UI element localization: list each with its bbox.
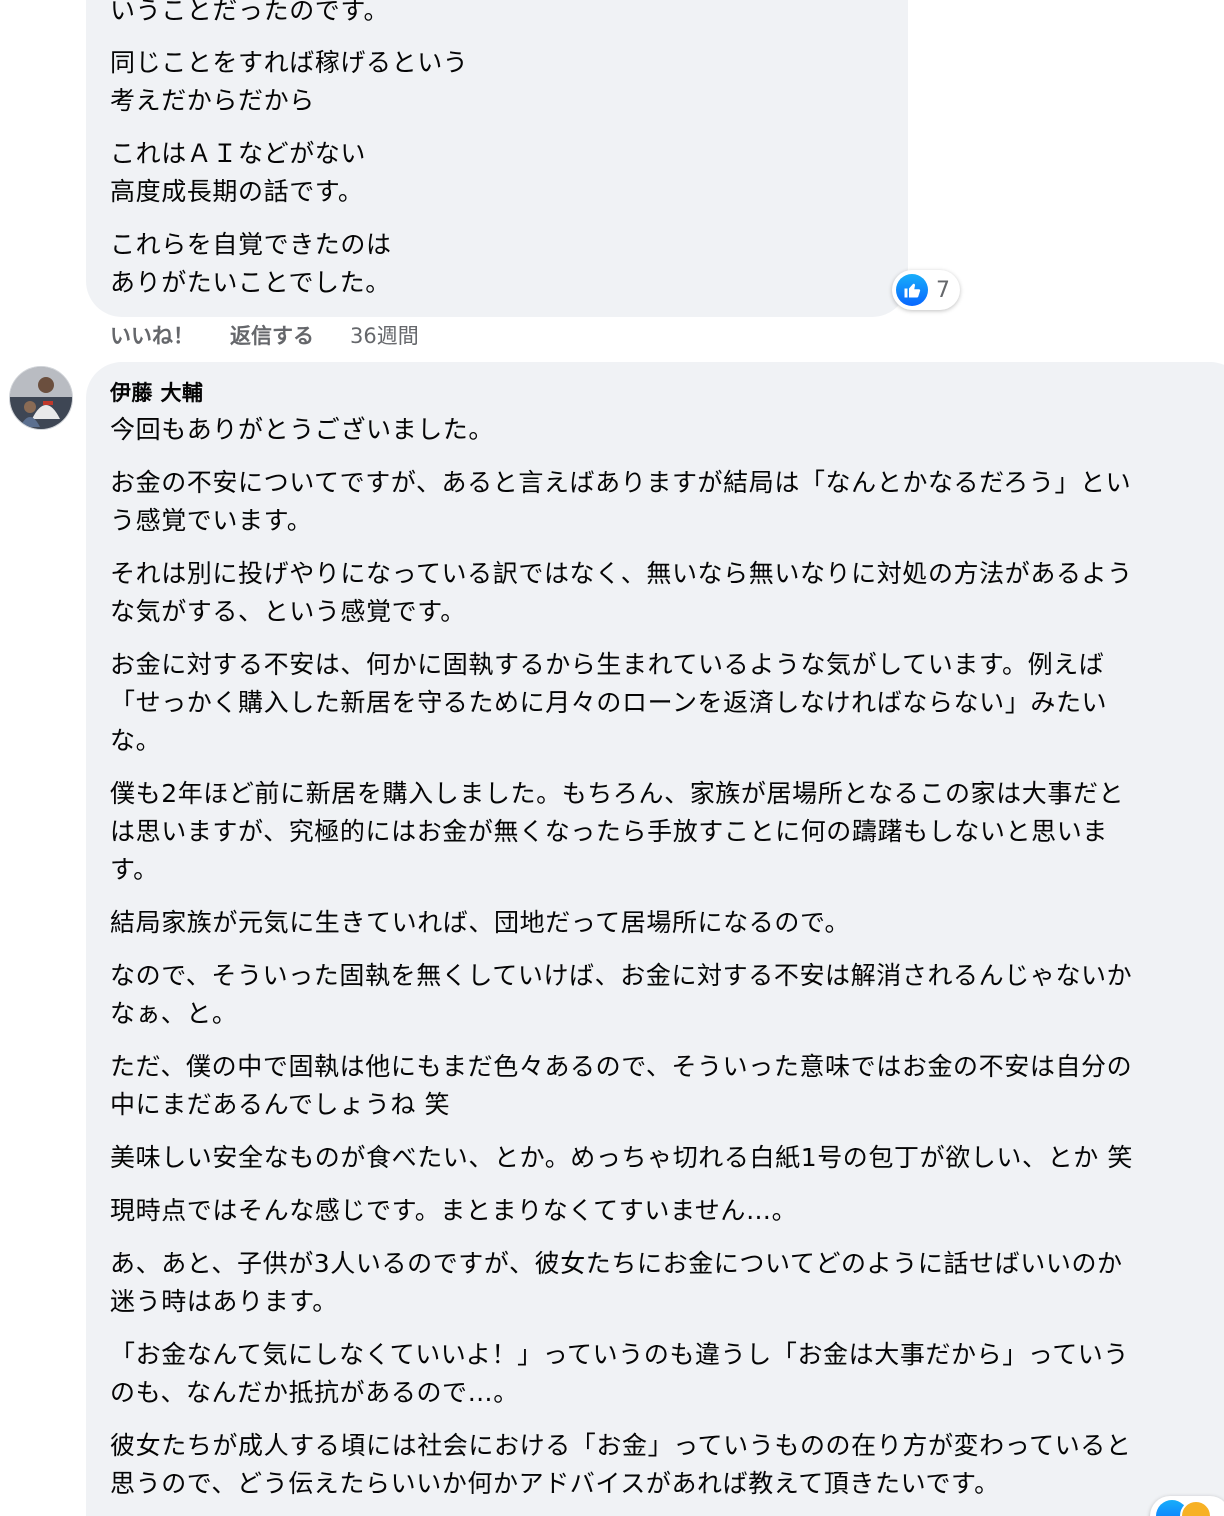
- comment-paragraph: 現時点ではそんな感じです。まとまりなくてすいません…。: [110, 1196, 798, 1225]
- comment-paragraph: お金の不安についてですが、あると言えばありますが結局は「なんとかなるだろう」とい…: [110, 468, 1132, 535]
- comment-paragraph: これはＡＩなどがない 高度成長期の話です。: [110, 139, 367, 206]
- comment-paragraph: これらを自覚できたのは ありがたいことでした。: [110, 230, 392, 297]
- reaction-summary[interactable]: 7: [892, 270, 960, 310]
- comment-paragraph: 今回もありがとうございました。: [110, 415, 495, 444]
- comment-paragraph: それは別に投げやりになっている訳ではなく、無いなら無いなりに対処の方法があるよう…: [110, 559, 1133, 626]
- reaction-summary[interactable]: [1150, 1496, 1224, 1516]
- comment-author[interactable]: 伊藤 大輔: [110, 376, 203, 410]
- comment-paragraph: あ、あと、子供が3人いるのですが、彼女たちにお金についてどのように話せばいいのか…: [110, 1249, 1123, 1316]
- comment-paragraph: 美味しい安全なものが食べたい、とか。めっちゃ切れる白紙1号の包丁が欲しい、とか …: [110, 1143, 1133, 1172]
- comment-paragraph: お金に対する不安は、何かに固執するから生まれているような気がしています。例えば …: [110, 650, 1108, 755]
- wow-face-icon: [1180, 1500, 1212, 1516]
- comment-timestamp[interactable]: 36週間: [350, 318, 419, 354]
- comment-paragraph: 同じことをすれば稼げるという 考えだからだから: [110, 48, 469, 115]
- comment-paragraph: なので、そういった固執を無くしていけば、お金に対する不安は解消されるんじゃないか…: [110, 961, 1133, 1028]
- thumbs-up-icon: [896, 274, 928, 306]
- comment-paragraph: 「お金なんて気にしなくていいよ！」っていうのも違うし「お金は大事だから」っていう…: [110, 1340, 1130, 1407]
- user-avatar[interactable]: [9, 366, 73, 430]
- comment-paragraph: いうことだったのです。: [110, 0, 390, 25]
- reaction-count: 7: [936, 277, 950, 303]
- comment-thread: いうことだったのです。 同じことをすれば稼げるという 考えだからだから これはＡ…: [0, 0, 1224, 1516]
- comment-paragraph: 結局家族が元気に生きていれば、団地だって居場所になるので。: [110, 908, 851, 937]
- comment-paragraph: 彼女たちが成人する頃には社会における「お金」っていうものの在り方が変わっていると…: [110, 1431, 1132, 1498]
- reply-button[interactable]: 返信する: [230, 318, 314, 354]
- like-button[interactable]: いいね！: [110, 318, 194, 354]
- comment-paragraph: 僕も2年ほど前に新居を購入しました。もちろん、家族が居場所となるこの家は大事だと…: [110, 779, 1125, 884]
- comment-paragraph: ただ、僕の中で固執は他にもまだ色々あるので、そういった意味ではお金の不安は自分の…: [110, 1052, 1133, 1119]
